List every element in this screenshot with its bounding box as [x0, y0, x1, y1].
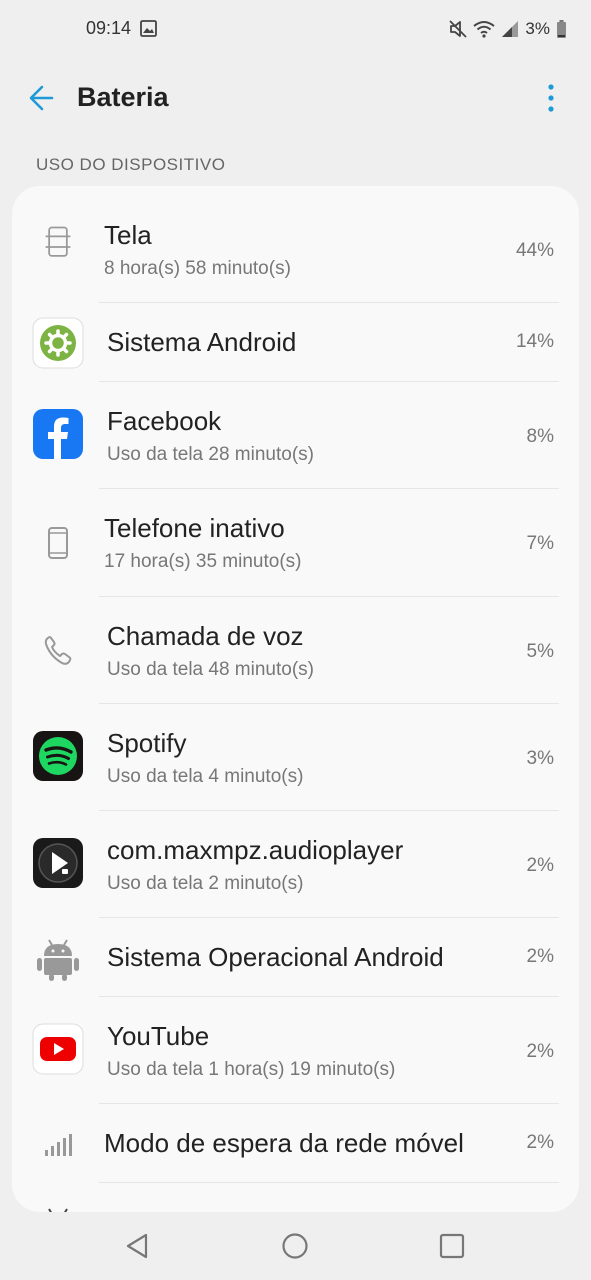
square-recents-icon — [439, 1233, 465, 1259]
nav-back-button[interactable] — [122, 1230, 154, 1262]
image-notification-icon — [140, 20, 157, 37]
list-item[interactable]: Spotify Uso da tela 4 minuto(s) 3% — [12, 704, 579, 811]
triangle-back-icon — [126, 1233, 148, 1259]
screen-icon — [45, 226, 71, 257]
item-percent: 14% — [515, 331, 554, 352]
list-item[interactable]: Chamada de voz Uso da tela 48 minuto(s) … — [12, 597, 579, 704]
usage-list: Tela 8 hora(s) 58 minuto(s) 44% Sistema … — [12, 186, 579, 1212]
item-subtitle: Uso da tela 1 hora(s) 19 minuto(s) — [107, 1059, 396, 1080]
item-name: Sistema Operacional Android — [107, 942, 444, 972]
spotify-icon — [33, 731, 83, 781]
battery-icon — [557, 19, 566, 38]
status-bar: 09:14 3% — [0, 0, 591, 58]
item-percent: 2% — [526, 946, 554, 967]
android-system-icon — [32, 317, 84, 369]
item-subtitle: 8 hora(s) 58 minuto(s) — [104, 258, 291, 279]
item-percent: 8% — [526, 426, 554, 447]
cell-standby-icon — [45, 1134, 72, 1156]
item-percent: 2% — [526, 855, 554, 876]
list-item[interactable]: Facebook Uso da tela 28 minuto(s) 8% — [12, 382, 579, 489]
list-item[interactable] — [12, 1183, 579, 1212]
nav-recents-button[interactable] — [436, 1230, 468, 1262]
wifi-icon — [473, 21, 496, 38]
list-item[interactable]: Sistema Operacional Android 2% — [12, 918, 579, 997]
item-name: Spotify — [107, 728, 187, 758]
list-item[interactable]: Telefone inativo 17 hora(s) 35 minuto(s)… — [12, 489, 579, 597]
item-subtitle: 17 hora(s) 35 minuto(s) — [104, 551, 302, 572]
item-name: Sistema Android — [107, 327, 297, 357]
more-options-button[interactable] — [541, 80, 561, 116]
back-button[interactable] — [24, 80, 64, 116]
more-vert-icon — [548, 84, 554, 112]
back-arrow-icon — [29, 85, 54, 111]
phone-idle-icon — [48, 527, 68, 559]
item-name: Telefone inativo — [104, 513, 285, 543]
android-os-icon — [37, 939, 79, 981]
item-percent: 44% — [515, 240, 554, 261]
item-name: Facebook — [107, 406, 222, 436]
item-subtitle: Uso da tela 2 minuto(s) — [107, 873, 304, 894]
list-item[interactable]: Tela 8 hora(s) 58 minuto(s) 44% — [12, 186, 579, 303]
list-item[interactable]: Modo de espera da rede móvel 2% — [12, 1104, 579, 1183]
item-percent: 7% — [526, 533, 554, 554]
list-item[interactable]: com.maxmpz.audioplayer Uso da tela 2 min… — [12, 811, 579, 918]
status-time: 09:14 — [86, 18, 132, 38]
section-header: USO DO DISPOSITIVO — [36, 155, 226, 174]
navigation-bar — [0, 1212, 591, 1280]
item-name: YouTube — [107, 1021, 210, 1051]
item-name: Tela — [104, 220, 152, 250]
item-name: Chamada de voz — [107, 621, 304, 651]
battery-percent: 3% — [525, 19, 550, 38]
android-os-icon — [48, 1208, 68, 1212]
item-percent: 2% — [526, 1041, 554, 1062]
item-name: Modo de espera da rede móvel — [104, 1128, 464, 1158]
audioplayer-icon — [33, 838, 83, 888]
item-subtitle: Uso da tela 48 minuto(s) — [107, 659, 314, 680]
item-name: com.maxmpz.audioplayer — [107, 835, 404, 865]
circle-home-icon — [282, 1233, 308, 1259]
item-percent: 2% — [526, 1132, 554, 1153]
item-percent: 3% — [526, 748, 554, 769]
nav-home-button[interactable] — [279, 1230, 311, 1262]
item-subtitle: Uso da tela 4 minuto(s) — [107, 766, 304, 787]
list-item[interactable]: YouTube Uso da tela 1 hora(s) 19 minuto(… — [12, 997, 579, 1104]
item-subtitle: Uso da tela 28 minuto(s) — [107, 444, 314, 465]
signal-icon — [502, 21, 519, 37]
list-item[interactable]: Sistema Android 14% — [12, 303, 579, 382]
item-percent: 5% — [526, 641, 554, 662]
app-bar: Bateria — [0, 58, 591, 138]
youtube-icon — [32, 1023, 84, 1075]
voice-call-icon — [44, 636, 72, 665]
page-title: Bateria — [77, 82, 169, 112]
facebook-icon — [33, 409, 83, 459]
mute-icon — [449, 20, 468, 38]
